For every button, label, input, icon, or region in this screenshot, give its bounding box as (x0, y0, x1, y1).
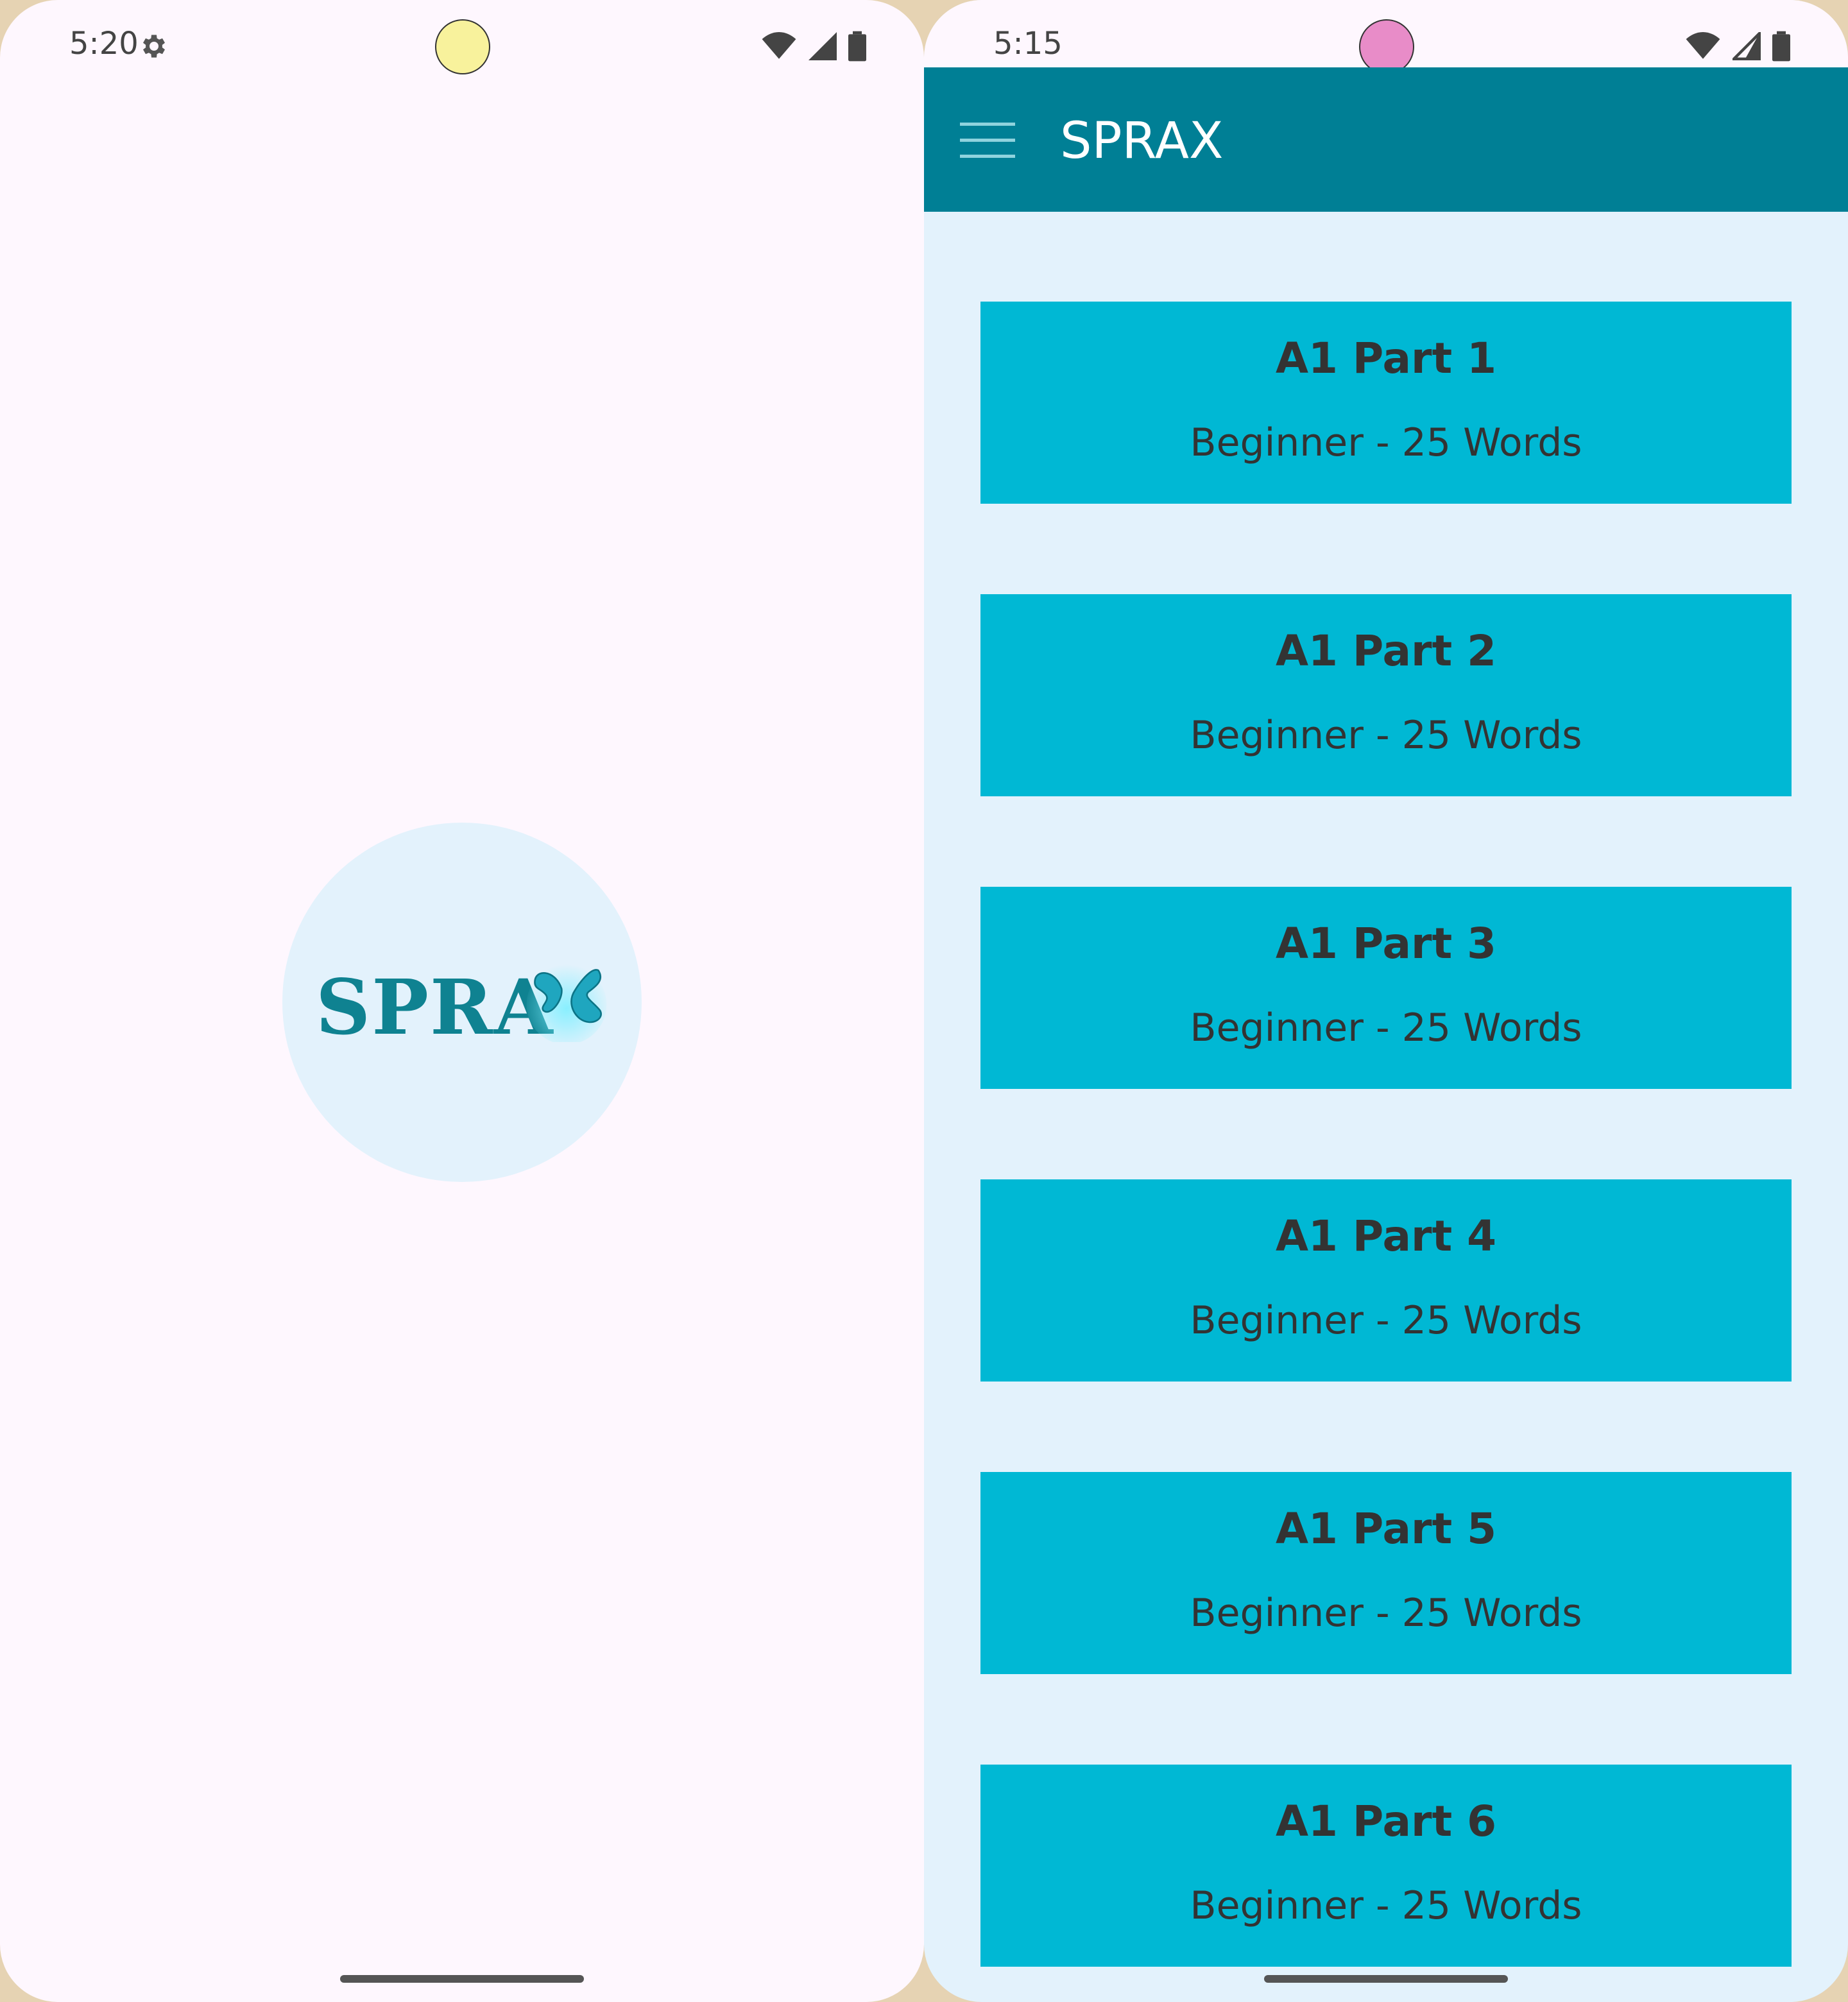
lesson-title: A1 Part 1 (1275, 334, 1497, 383)
status-icons (761, 31, 866, 62)
camera-cutout (1359, 19, 1414, 74)
lesson-subtitle: Beginner - 25 Words (1190, 1005, 1582, 1050)
signal-icon (809, 32, 837, 60)
lesson-card-4[interactable]: A1 Part 4 Beginner - 25 Words (980, 1179, 1792, 1382)
logo-text: SPRA (316, 963, 554, 1052)
lesson-subtitle: Beginner - 25 Words (1190, 1298, 1582, 1343)
home-indicator[interactable] (1264, 1975, 1508, 1983)
battery-icon (1772, 31, 1790, 62)
butterfly-logo-icon (526, 964, 607, 1042)
status-time: 5:15 (993, 26, 1063, 62)
lesson-title: A1 Part 5 (1275, 1504, 1497, 1553)
lesson-card-1[interactable]: A1 Part 1 Beginner - 25 Words (980, 302, 1792, 504)
signal-icon (1733, 32, 1761, 60)
wifi-icon (1686, 32, 1720, 59)
battery-icon (848, 31, 866, 62)
lesson-title: A1 Part 4 (1275, 1211, 1497, 1261)
lesson-card-6[interactable]: A1 Part 6 Beginner - 25 Words (980, 1765, 1792, 1967)
lesson-subtitle: Beginner - 25 Words (1190, 1883, 1582, 1928)
lesson-card-3[interactable]: A1 Part 3 Beginner - 25 Words (980, 887, 1792, 1089)
gear-icon (143, 35, 165, 58)
status-icons (1685, 31, 1790, 62)
status-time: 5:20 (69, 26, 139, 62)
lesson-card-2[interactable]: A1 Part 2 Beginner - 25 Words (980, 594, 1792, 796)
lesson-subtitle: Beginner - 25 Words (1190, 713, 1582, 758)
lesson-subtitle: Beginner - 25 Words (1190, 1591, 1582, 1636)
lesson-title: A1 Part 3 (1275, 919, 1497, 968)
hamburger-menu-icon[interactable] (960, 121, 1015, 160)
lesson-list: A1 Part 1 Beginner - 25 Words A1 Part 2 … (980, 302, 1792, 2002)
lesson-list-screen: 5:15 SPRAX A1 Part 1 Beginner - 25 Words… (924, 0, 1848, 2002)
app-title: SPRAX (1060, 112, 1224, 170)
lesson-title: A1 Part 6 (1275, 1797, 1497, 1846)
status-bar: 5:20 (0, 0, 924, 74)
app-logo: SPRA (282, 823, 642, 1182)
splash-screen: 5:20 SPRA (0, 0, 924, 2002)
wifi-icon (762, 32, 796, 59)
lesson-subtitle: Beginner - 25 Words (1190, 420, 1582, 465)
app-bar: SPRAX (924, 67, 1848, 212)
lesson-card-5[interactable]: A1 Part 5 Beginner - 25 Words (980, 1472, 1792, 1674)
camera-cutout (435, 19, 490, 74)
lesson-title: A1 Part 2 (1275, 626, 1497, 676)
status-bar: 5:15 (924, 0, 1848, 74)
home-indicator[interactable] (340, 1975, 584, 1983)
